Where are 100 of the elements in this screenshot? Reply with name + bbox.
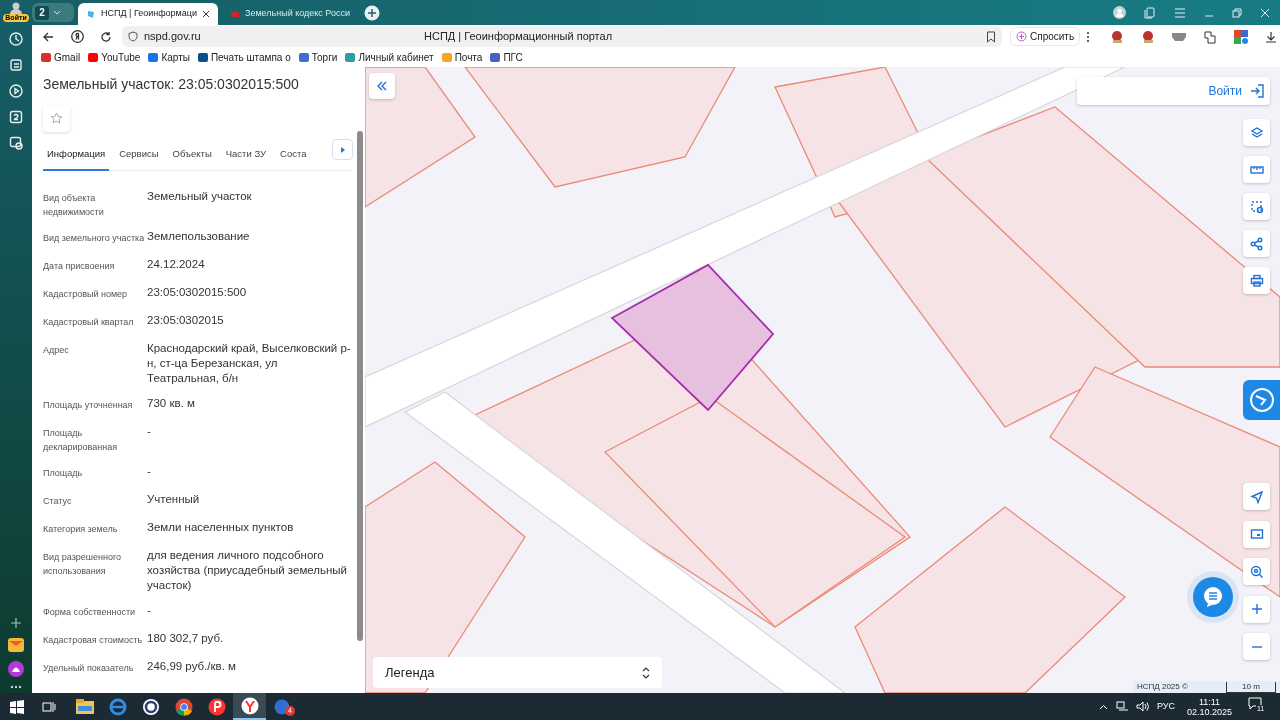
tabs-scroll-button[interactable]	[332, 139, 353, 160]
field-label: Площадь	[43, 467, 84, 480]
ring-app-icon	[140, 696, 161, 717]
bookmark[interactable]: YouTube	[88, 50, 141, 65]
zoom-in-icon	[1249, 602, 1264, 616]
restore-icon[interactable]	[1232, 7, 1242, 18]
puzzle-icon[interactable]	[1203, 29, 1218, 44]
back-icon[interactable]	[42, 30, 54, 43]
bookmark[interactable]: Печать штампа о	[197, 50, 291, 65]
bookmark[interactable]: Карты	[148, 50, 190, 65]
field-label: Категория земель	[43, 523, 119, 536]
panel-tab[interactable]: Части ЗУ	[221, 145, 271, 171]
legend-dropdown[interactable]: Легенда	[373, 657, 662, 688]
download-icon[interactable]	[1265, 30, 1278, 43]
navigation-button[interactable]	[1243, 483, 1270, 510]
clock-time[interactable]: 11:11	[1198, 696, 1221, 707]
field-label: Кадастровый номер	[43, 288, 129, 301]
bookmark[interactable]: Gmail	[41, 50, 81, 65]
taskbar-app[interactable]	[233, 693, 266, 720]
location-search-button[interactable]	[1243, 558, 1270, 585]
panel-tab[interactable]: Информация	[43, 145, 110, 171]
chevron-up-icon[interactable]	[1098, 703, 1108, 710]
browser-tab[interactable]: НСПД | Геоинформаци	[78, 3, 218, 25]
notes-icon[interactable]	[8, 57, 24, 73]
panel-tab[interactable]: Сервисы	[115, 145, 163, 171]
feedback-button[interactable]	[1243, 380, 1280, 420]
panel-tab[interactable]: Соста	[276, 145, 311, 171]
zoom-in-button[interactable]	[1243, 595, 1270, 623]
field-value: 730 кв. м	[147, 396, 196, 411]
field-label: Кадастровый квартал	[43, 316, 135, 329]
print-icon	[1249, 273, 1264, 288]
field-value: -	[147, 424, 152, 439]
stamp-extension-icon[interactable]	[1110, 29, 1125, 44]
browser-tab[interactable]: Земельный кодекс Росси	[222, 3, 358, 25]
browser-e-icon	[107, 696, 128, 717]
area-select-icon	[1249, 199, 1264, 214]
play-icon[interactable]	[8, 83, 24, 99]
network-icon[interactable]	[1115, 701, 1128, 712]
chat-icon	[1202, 586, 1224, 608]
navigation-icon	[1249, 489, 1264, 504]
ask-button[interactable]: Спросить	[1010, 27, 1081, 46]
volume-icon[interactable]	[1135, 701, 1149, 712]
print-button[interactable]	[1243, 267, 1270, 294]
share-button[interactable]	[1243, 230, 1270, 257]
zoom-out-button[interactable]	[1243, 633, 1270, 660]
grid-extension-icon[interactable]	[1234, 29, 1249, 44]
login-icon	[1250, 84, 1264, 98]
bookmark[interactable]: ПГС	[490, 50, 523, 65]
folder-icon	[74, 696, 95, 717]
bookmark[interactable]: Личный кабинет	[345, 50, 434, 65]
bookmark[interactable]: Торги	[298, 50, 338, 65]
avatar-icon[interactable]	[9, 2, 23, 14]
star-icon	[50, 112, 63, 125]
panel-tab[interactable]: Объекты	[168, 145, 216, 171]
new-tab-icon[interactable]	[364, 4, 380, 21]
tab-title: Земельный кодекс Росси	[245, 7, 350, 21]
page-title: НСПД | Геоинформационный портал	[424, 29, 613, 45]
task-view-icon[interactable]	[42, 700, 56, 713]
more-icon[interactable]	[10, 685, 22, 689]
tab-count-icon[interactable]	[8, 109, 24, 125]
tray-extension-icon[interactable]	[1172, 32, 1187, 41]
windows-start-icon[interactable]	[10, 699, 24, 714]
field-value: Земельный участок	[147, 189, 253, 204]
minimap-icon	[1249, 527, 1264, 541]
area-select-button[interactable]	[1243, 193, 1270, 220]
caret-right-icon	[340, 146, 345, 153]
screenshot-icon[interactable]	[8, 135, 24, 151]
close-icon[interactable]	[202, 10, 210, 18]
more-vertical-icon[interactable]	[1086, 30, 1091, 43]
field-value: Землепользование	[147, 229, 251, 244]
field-value: Учтенный	[147, 492, 201, 507]
reload-icon[interactable]	[100, 30, 112, 43]
field-value: 180 302,7 руб.	[147, 631, 225, 646]
address-bar[interactable]: nspd.gov.ru НСПД | Геоинформационный портал	[122, 26, 1002, 47]
bookmark[interactable]: Почта	[441, 50, 483, 65]
login-button[interactable]: Войти	[1077, 77, 1270, 105]
ruler-button[interactable]	[1243, 156, 1270, 183]
history-icon[interactable]	[8, 31, 24, 47]
yandex-browser-icon	[239, 695, 260, 716]
layers-button[interactable]	[1243, 119, 1270, 146]
bookmark-icon[interactable]	[986, 30, 996, 43]
field-value: 23:05:0302015	[147, 313, 225, 328]
message-icon	[1248, 696, 1262, 710]
collapse-panel-button[interactable]	[369, 73, 395, 99]
field-value: Земли населенных пунктов	[147, 520, 295, 535]
letter-logo-icon	[206, 696, 227, 717]
mail-app-icon[interactable]	[8, 637, 24, 653]
user-avatar-icon[interactable]	[1113, 6, 1126, 19]
field-label: Площадь уточненная	[43, 399, 134, 412]
language-indicator[interactable]: РУС	[1156, 699, 1175, 714]
plus-icon[interactable]	[10, 617, 22, 629]
stamp-extension-icon[interactable]	[1141, 29, 1156, 44]
clock-date[interactable]: 02.10.2025	[1186, 706, 1232, 717]
tab-group-button[interactable]: 2	[32, 3, 74, 22]
minimap-button[interactable]	[1243, 520, 1270, 548]
field-label: Адрес	[43, 344, 70, 357]
chevron-down-icon	[53, 10, 61, 15]
assistant-icon[interactable]	[8, 661, 24, 677]
collections-icon[interactable]	[1144, 6, 1156, 19]
tab-group-count: 2	[35, 5, 49, 20]
